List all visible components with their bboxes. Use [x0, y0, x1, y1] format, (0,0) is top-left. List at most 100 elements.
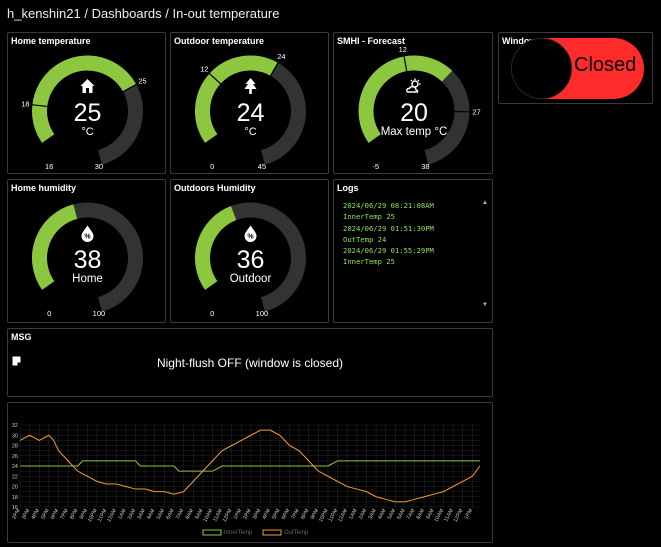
x-tick-label: 1PM: [464, 508, 474, 520]
x-tick-label: 3AM: [136, 508, 146, 520]
x-tick-label: 7PM: [59, 508, 69, 520]
gauge-max-label: 100: [93, 309, 106, 318]
legend-swatch: [202, 529, 222, 536]
temperature-chart: 3230282624222018162PM 3PM 4PM 5PM 6PM 7PM 8PM 9…: [11, 423, 481, 536]
x-tick-label: 5AM: [387, 508, 397, 520]
gauge-max-label: 45: [258, 162, 266, 171]
x-tick-label: 6PM: [50, 508, 60, 520]
x-tick-label: 1PM: [233, 508, 243, 520]
threshold-label: 24: [277, 52, 285, 61]
x-tick-label: 7AM: [406, 508, 416, 520]
y-tick-label: 30: [12, 433, 18, 439]
log-line: 2024/06/29 08:21:08AM: [343, 201, 434, 210]
scroll-up-icon[interactable]: ▲: [482, 200, 488, 206]
x-tick-label: 12PM: [453, 508, 465, 523]
svg-text:%: %: [84, 234, 91, 241]
gauge-max-label: 30: [95, 162, 103, 171]
gauge-value: 25: [74, 99, 102, 127]
toggle-knob: [511, 38, 572, 99]
window-status-panel: Window status Closed: [498, 32, 653, 104]
y-tick-label: 22: [12, 474, 18, 480]
y-tick-label: 32: [12, 423, 18, 429]
gauge-min-label: -5: [372, 162, 379, 171]
panel-title: Logs: [337, 183, 359, 193]
y-tick-label: 26: [12, 454, 18, 460]
x-tick-label: 12AM: [106, 508, 118, 523]
log-line: 2024/06/29 01:51:30PM: [343, 223, 434, 233]
threshold-label: 25: [138, 77, 146, 86]
gauge-max-label: 100: [256, 309, 269, 318]
temperature-chart-panel: 32 30 28 26 24 22 20 18 16 2PM 3PM 4PM 5PM 6PM 7PM 8PM 9…: [7, 402, 493, 543]
x-tick-label: 6PM: [281, 508, 291, 520]
x-tick-label: 8AM: [416, 508, 426, 520]
threshold-label: 27: [472, 107, 480, 116]
x-tick-label: 12PM: [222, 508, 234, 523]
gauge-panel-smhi-forecast: SMHI - Forecast 12 27 20 Max temp °C -5 38: [333, 32, 493, 174]
x-tick-label: 2AM: [358, 508, 368, 520]
humidity-drop-icon: %: [244, 225, 257, 242]
x-tick-label: 4AM: [377, 508, 387, 520]
x-tick-label: 3PM: [21, 508, 31, 520]
x-tick-label: 7PM: [290, 508, 300, 520]
gauge-panel-home-temperature: Home temperature 18 25 25 °C 16 30: [7, 32, 166, 174]
x-tick-label: 4PM: [31, 508, 41, 520]
gauge-value: 36: [237, 246, 265, 274]
x-tick-label: 2PM: [242, 508, 252, 520]
gauge-value: 38: [74, 246, 102, 274]
gauge-max-label: 38: [421, 162, 429, 171]
breadcrumb: h_kenshin21 / Dashboards / In-out temper…: [7, 6, 280, 21]
y-tick-label: 18: [12, 495, 18, 501]
x-tick-label: 2AM: [127, 508, 137, 520]
log-line: OutTemp 24: [343, 234, 387, 244]
gauge-unit: Max temp °C: [381, 126, 448, 138]
gauge-unit: Outdoor: [230, 273, 272, 285]
gauge-panel-outdoor-temperature: Outdoor temperature 12 24 24 °C 0 45: [170, 32, 329, 174]
svg-text:%: %: [247, 234, 254, 241]
gauge-panel-outdoors-humidity: Outdoors Humidity % 36 Outdoor 0 100: [170, 179, 329, 323]
threshold-label: 18: [21, 100, 29, 109]
x-tick-label: 8AM: [185, 508, 195, 520]
legend-label: OutTemp: [284, 530, 309, 536]
humidity-drop-icon: %: [81, 225, 94, 242]
x-tick-label: 5AM: [156, 508, 166, 520]
legend-label: InnerTemp: [224, 530, 253, 536]
gauge-min-label: 0: [47, 309, 51, 318]
threshold-label: 12: [200, 64, 208, 73]
gauge-unit: °C: [244, 126, 256, 138]
log-line: InnerTemp 25: [343, 212, 395, 222]
gauge-value: 20: [400, 99, 428, 127]
window-status-toggle[interactable]: Closed: [511, 38, 644, 99]
log-line: 2024/06/29 01:55:29PM: [343, 246, 434, 256]
x-tick-label: 4AM: [146, 508, 156, 520]
x-tick-label: 6AM: [165, 508, 175, 520]
x-tick-label: 3PM: [252, 508, 262, 520]
x-tick-label: 1AM: [117, 508, 127, 520]
x-tick-label: 12AM: [337, 508, 349, 523]
y-tick-label: 24: [12, 464, 18, 470]
x-tick-label: 8PM: [69, 508, 79, 520]
gauge-min-label: 0: [210, 309, 214, 318]
x-tick-label: 8PM: [300, 508, 310, 520]
legend-swatch: [262, 529, 282, 536]
gauge-unit: Home: [72, 273, 103, 285]
x-tick-label: 5PM: [271, 508, 281, 520]
msg-panel: MSG Night-flush OFF (window is closed): [7, 328, 493, 397]
msg-text: Night-flush OFF (window is closed): [156, 356, 344, 370]
threshold-label: 12: [399, 45, 407, 54]
log-line: InnerTemp 25: [343, 257, 395, 267]
y-tick-label: 28: [12, 444, 18, 450]
tree-icon: [244, 78, 257, 94]
gauge-panel-home-humidity: Home humidity % 38 Home 0 100: [7, 179, 166, 323]
scroll-down-icon[interactable]: ▼: [482, 302, 488, 308]
x-tick-label: 4PM: [262, 508, 272, 520]
gauge-value-arc: [32, 204, 78, 290]
logs-panel: Logs 2024/06/29 08:21:08AM InnerTemp 25 …: [333, 179, 493, 323]
window-state-label: Closed: [574, 54, 637, 76]
x-tick-label: 1AM: [348, 508, 358, 520]
gauge-min-label: 16: [45, 162, 53, 171]
x-tick-label: 7AM: [175, 508, 185, 520]
partly-sunny-icon: [406, 78, 421, 93]
panel-title: MSG: [11, 332, 32, 342]
gauge-value: 24: [237, 99, 265, 127]
y-tick-label: 20: [12, 485, 18, 491]
